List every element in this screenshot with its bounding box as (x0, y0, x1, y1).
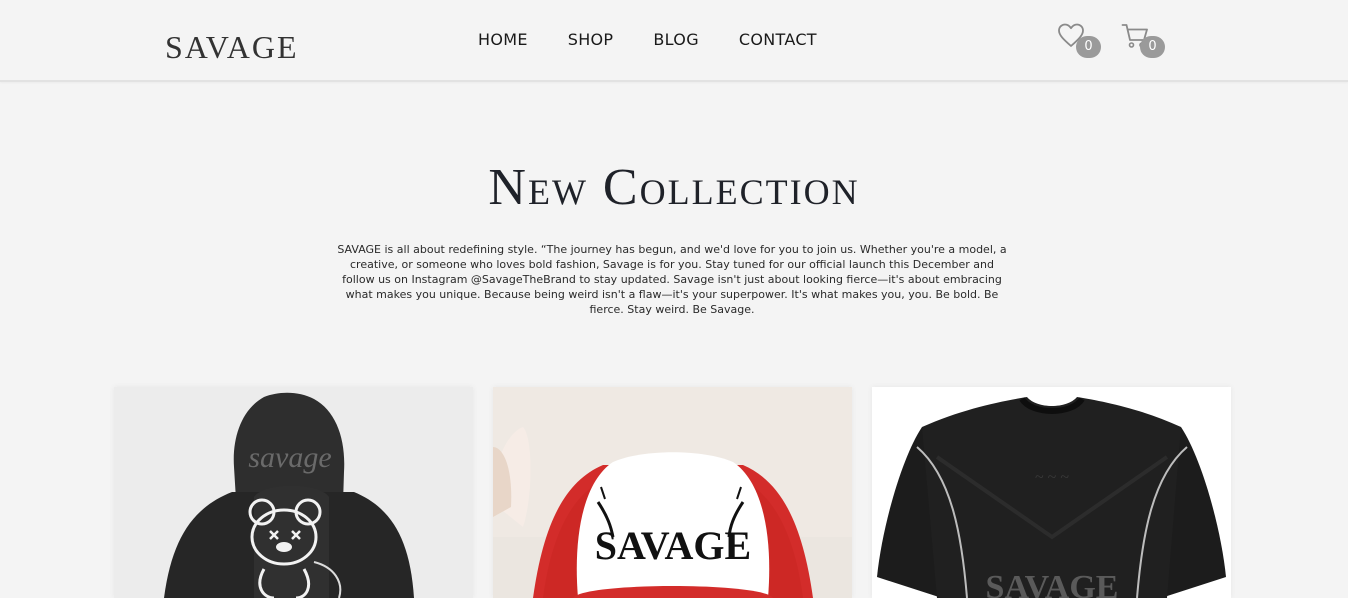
collection-description: SAVAGE is all about redefining style. “T… (337, 243, 1007, 316)
cart-button[interactable]: 0 (1121, 22, 1167, 60)
wishlist-count-badge: 0 (1076, 36, 1101, 58)
product-card-hoodie[interactable]: savage (114, 387, 473, 598)
svg-text:~ ~ ~: ~ ~ ~ (1035, 469, 1069, 486)
product-image-tshirt: SAVAGE ~ ~ ~ (872, 387, 1231, 598)
product-image-cap: SAVAGE (493, 387, 852, 598)
collection-title: New Collection (488, 159, 860, 216)
product-card-cap[interactable]: SAVAGE (493, 387, 852, 598)
brand-logo[interactable]: SAVAGE (165, 28, 299, 66)
nav-contact[interactable]: CONTACT (739, 30, 817, 50)
product-card-tshirt[interactable]: SAVAGE ~ ~ ~ (872, 387, 1231, 598)
product-image-hoodie: savage (114, 387, 473, 598)
main-nav: HOME SHOP BLOG CONTACT (478, 30, 817, 50)
wishlist-button[interactable]: 0 (1057, 22, 1103, 60)
nav-shop[interactable]: SHOP (568, 30, 614, 50)
site-header: SAVAGE HOME SHOP BLOG CONTACT 0 0 (0, 0, 1348, 82)
hoodie-print-text: savage (248, 441, 331, 474)
nav-blog[interactable]: BLOG (653, 30, 699, 50)
cart-count-badge: 0 (1140, 36, 1165, 58)
cap-print-text: SAVAGE (595, 523, 751, 568)
tshirt-print-text: SAVAGE (986, 569, 1119, 598)
nav-home[interactable]: HOME (478, 30, 528, 50)
